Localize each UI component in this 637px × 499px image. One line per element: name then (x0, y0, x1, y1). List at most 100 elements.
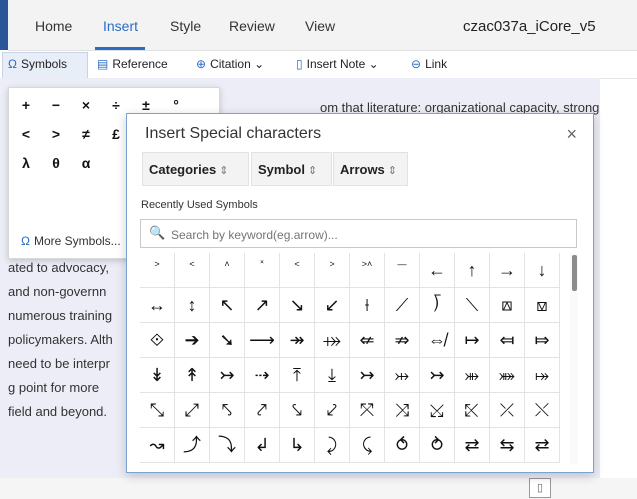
character-cell[interactable]: ↟ (175, 358, 210, 393)
symbols-button[interactable]: Ω Symbols (8, 57, 67, 71)
character-cell[interactable]: ⟏ (525, 288, 560, 323)
arrows-dropdown[interactable]: Arrows ⇕ (333, 152, 408, 186)
quick-symbol-cell[interactable]: > (41, 119, 71, 149)
quick-symbol-cell[interactable]: + (11, 90, 41, 120)
close-icon[interactable]: × (566, 124, 577, 145)
character-cell[interactable]: ⟊ (350, 288, 385, 323)
reference-icon: ▤ (97, 57, 109, 71)
character-cell[interactable]: ⇄ (455, 428, 490, 463)
character-cell[interactable]: ˄ (210, 253, 245, 288)
character-cell[interactable]: ⟋ (385, 288, 420, 323)
categories-dropdown[interactable]: Categories ⇕ (142, 152, 249, 186)
citation-button[interactable]: ⊕ Citation ⌄ (196, 57, 264, 71)
character-cell[interactable]: ⤫ (490, 393, 525, 428)
character-cell[interactable]: ˃ (140, 253, 175, 288)
character-cell[interactable]: ⟎ (490, 288, 525, 323)
character-cell[interactable]: ⤬ (525, 393, 560, 428)
character-cell[interactable]: ⇆ (490, 428, 525, 463)
character-cell[interactable]: ⤒ (280, 358, 315, 393)
character-cell[interactable]: ⤹ (350, 428, 385, 463)
character-cell[interactable]: ↑ (455, 253, 490, 288)
character-cell[interactable]: ⤅ (525, 358, 560, 393)
quick-symbol-cell[interactable]: < (11, 119, 41, 149)
character-cell[interactable]: ⤢ (175, 393, 210, 428)
character-cell[interactable]: ↙ (315, 288, 350, 323)
character-cell[interactable]: ⤕ (455, 358, 490, 393)
character-cell[interactable]: ⥀ (385, 428, 420, 463)
link-button[interactable]: ⊖ Link (411, 57, 447, 71)
character-cell[interactable]: ↡ (140, 358, 175, 393)
quick-symbol-cell[interactable]: λ (11, 148, 41, 178)
character-cell[interactable]: ˃˄ (350, 253, 385, 288)
character-cell[interactable]: — (385, 253, 420, 288)
character-cell[interactable]: ⟶ (245, 323, 280, 358)
character-cell[interactable]: ⤪ (455, 393, 490, 428)
character-cell[interactable]: ⟐ (140, 323, 175, 358)
character-cell[interactable]: ↣ (350, 358, 385, 393)
character-cell[interactable]: ˂ (280, 253, 315, 288)
character-cell[interactable]: ➘ (210, 323, 245, 358)
character-cell[interactable]: ⟍ (455, 288, 490, 323)
character-cell[interactable]: ⤆ (490, 323, 525, 358)
character-cell[interactable]: ⤡ (140, 393, 175, 428)
character-cell[interactable]: ⟌ (420, 288, 455, 323)
grid-scrollbar-thumb[interactable] (572, 255, 577, 291)
character-cell[interactable]: ⤨ (385, 393, 420, 428)
quick-symbol-cell[interactable]: × (71, 90, 101, 120)
character-cell[interactable]: ↘ (280, 288, 315, 323)
character-cell[interactable]: ↲ (245, 428, 280, 463)
character-cell[interactable]: ↖ (210, 288, 245, 323)
character-cell[interactable]: ⤩ (420, 393, 455, 428)
symbol-dropdown[interactable]: Symbol ⇕ (251, 152, 332, 186)
character-cell[interactable]: ↳ (280, 428, 315, 463)
reference-button[interactable]: ▤ Reference (97, 57, 168, 71)
character-cell[interactable]: ⇎ (420, 323, 455, 358)
character-cell[interactable]: ⇢ (245, 358, 280, 393)
character-cell[interactable]: ⤧ (350, 393, 385, 428)
character-cell[interactable]: ⤸ (315, 428, 350, 463)
character-cell[interactable]: ⤘ (490, 358, 525, 393)
character-cell[interactable]: ➔ (175, 323, 210, 358)
menu-review[interactable]: Review (229, 18, 275, 34)
character-cell[interactable]: ⤓ (315, 358, 350, 393)
symbol-search-input[interactable] (169, 224, 573, 246)
quick-symbol-cell[interactable]: α (71, 148, 101, 178)
character-cell[interactable]: ↝ (140, 428, 175, 463)
character-cell[interactable]: ⤇ (525, 323, 560, 358)
character-cell[interactable]: ⤀ (315, 323, 350, 358)
insert-note-button[interactable]: ▯ Insert Note ⌄ (296, 57, 379, 71)
character-cell[interactable]: ⤔ (385, 358, 420, 393)
menu-insert[interactable]: Insert (103, 18, 138, 34)
more-symbols-button[interactable]: Ω More Symbols... (21, 234, 121, 248)
menu-style[interactable]: Style (170, 18, 201, 34)
character-cell[interactable]: ↣ (420, 358, 455, 393)
character-cell[interactable]: ← (420, 253, 455, 288)
character-cell[interactable]: ↓ (525, 253, 560, 288)
character-cell[interactable]: ⤥ (280, 393, 315, 428)
quick-symbol-cell[interactable]: − (41, 90, 71, 120)
menu-view[interactable]: View (305, 18, 335, 34)
character-cell[interactable]: ˟ (245, 253, 280, 288)
quick-symbol-cell[interactable]: ≠ (71, 119, 101, 149)
character-cell[interactable]: ⤵ (210, 428, 245, 463)
quick-symbol-cell[interactable]: θ (41, 148, 71, 178)
character-cell[interactable]: → (490, 253, 525, 288)
character-cell[interactable]: ⤣ (210, 393, 245, 428)
character-cell[interactable]: ⇄ (525, 428, 560, 463)
menu-home[interactable]: Home (35, 18, 72, 34)
character-cell[interactable]: ⇏ (385, 323, 420, 358)
character-cell[interactable]: ↠ (280, 323, 315, 358)
character-cell[interactable]: ↦ (455, 323, 490, 358)
character-cell[interactable]: ⤦ (315, 393, 350, 428)
character-cell[interactable]: ˃ (315, 253, 350, 288)
character-cell[interactable]: ↔ (140, 288, 175, 323)
character-cell[interactable]: ˂ (175, 253, 210, 288)
character-cell[interactable]: ↣ (210, 358, 245, 393)
character-cell[interactable]: ⇍ (350, 323, 385, 358)
character-cell[interactable]: ⥁ (420, 428, 455, 463)
character-cell[interactable]: ↗ (245, 288, 280, 323)
character-cell[interactable]: ↕ (175, 288, 210, 323)
character-cell[interactable]: ⤴ (175, 428, 210, 463)
character-cell[interactable]: ⤤ (245, 393, 280, 428)
page-icon[interactable]: ▯ (529, 478, 551, 498)
